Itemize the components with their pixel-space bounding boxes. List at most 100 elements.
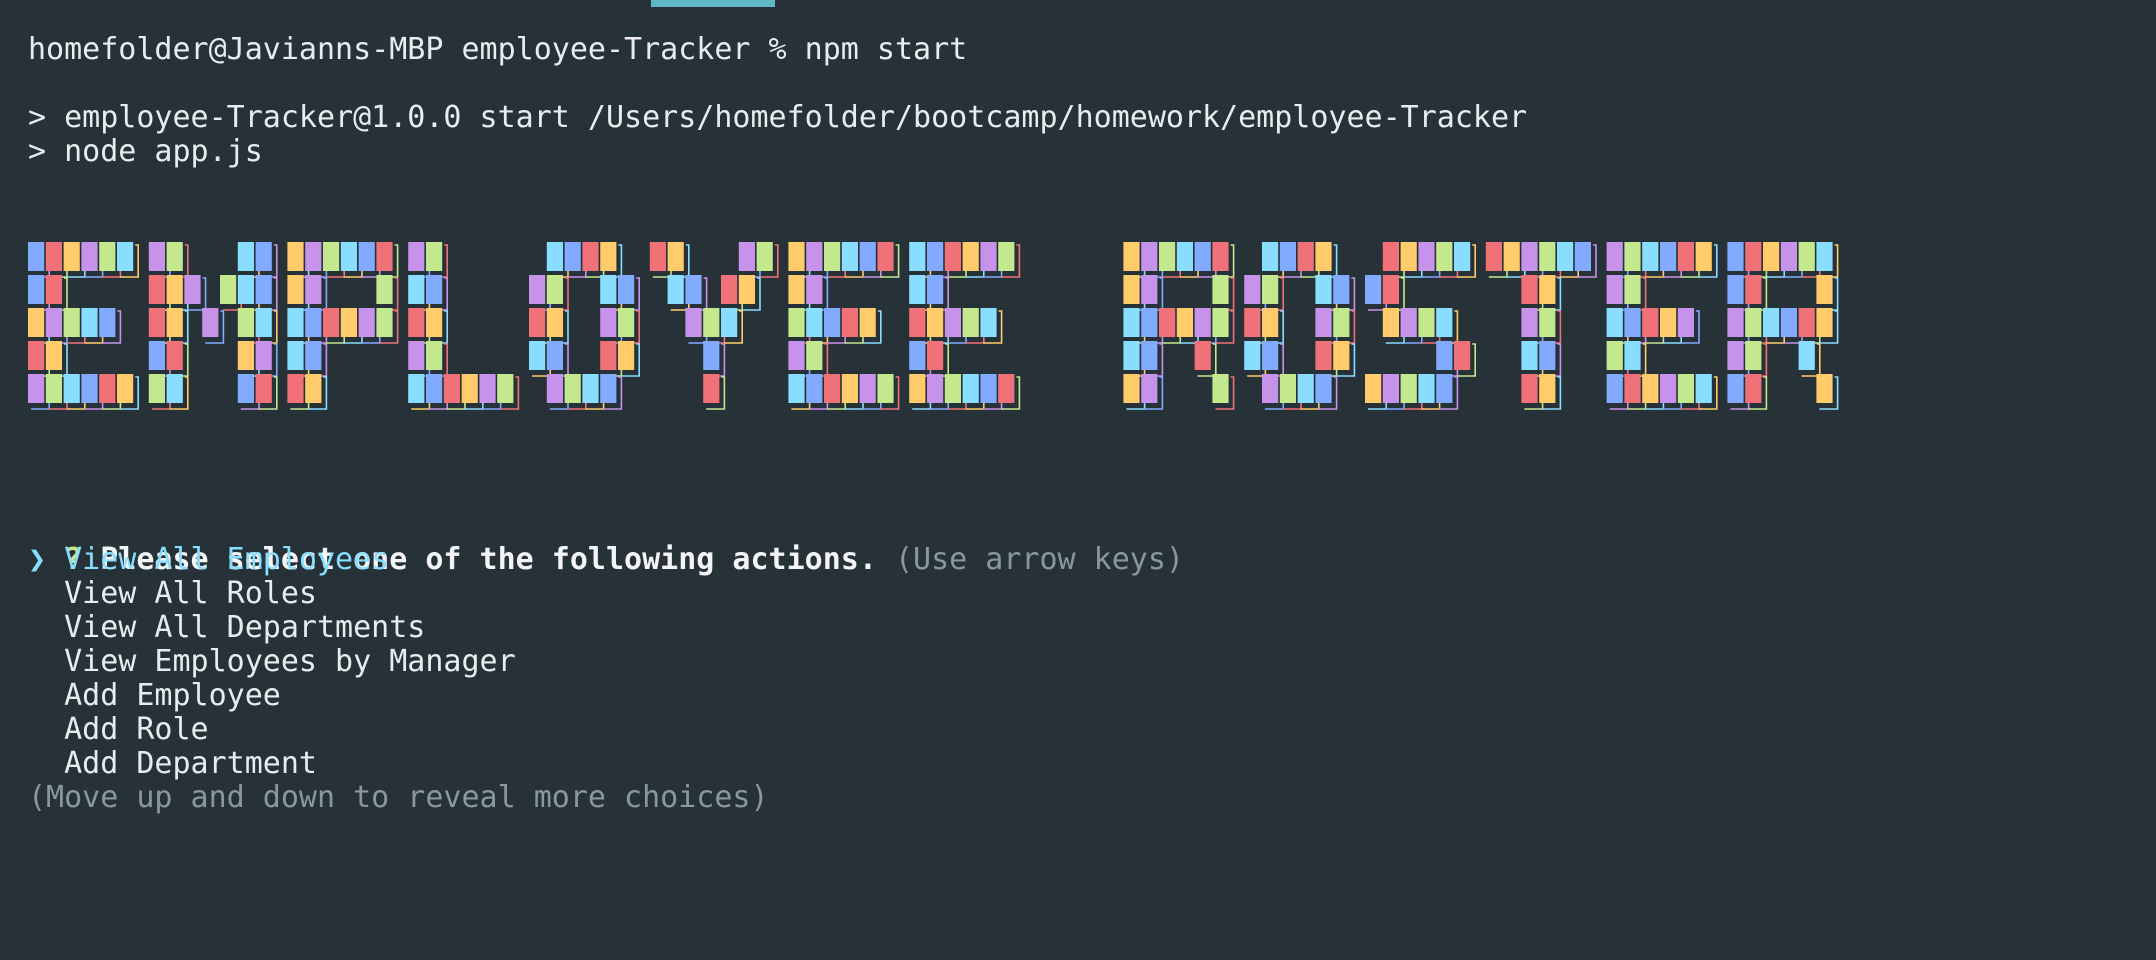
banner-block xyxy=(529,308,546,337)
banner-block xyxy=(1763,242,1780,271)
banner-block xyxy=(1454,341,1471,370)
banner-block xyxy=(927,275,944,304)
banner-block xyxy=(962,374,979,403)
banner-block xyxy=(1816,242,1833,271)
banner-block xyxy=(859,308,876,337)
menu-choice-add-role[interactable]: Add Role xyxy=(28,713,209,747)
banner-block xyxy=(1485,242,1502,271)
banner-letter xyxy=(649,242,779,410)
banner-block xyxy=(546,275,563,304)
banner-block xyxy=(63,308,80,337)
banner-block xyxy=(166,275,183,304)
choice-label: View All Employees xyxy=(64,542,390,577)
banner-block xyxy=(927,308,944,337)
banner-block xyxy=(99,374,116,403)
banner-block xyxy=(1123,341,1140,370)
banner-block xyxy=(426,341,443,370)
banner-block xyxy=(649,242,666,271)
banner-block xyxy=(1780,242,1797,271)
banner-block xyxy=(305,308,322,337)
banner-block xyxy=(45,275,62,304)
banner-block xyxy=(220,275,237,304)
banner-block xyxy=(582,374,599,403)
banner-block xyxy=(1297,374,1314,403)
banner-block xyxy=(909,308,926,337)
banner-block xyxy=(1123,242,1140,271)
banner-block xyxy=(1780,308,1797,337)
banner-block xyxy=(980,308,997,337)
banner-block xyxy=(1123,275,1140,304)
banner-block xyxy=(184,275,201,304)
banner-block xyxy=(788,341,805,370)
banner-block xyxy=(166,374,183,403)
banner-block xyxy=(305,374,322,403)
menu-choice-view-all-roles[interactable]: View All Roles xyxy=(28,577,317,611)
banner-block xyxy=(426,275,443,304)
banner-block xyxy=(909,374,926,403)
banner-block xyxy=(806,242,823,271)
banner-block xyxy=(1418,308,1435,337)
banner-block xyxy=(426,308,443,337)
banner-block xyxy=(426,374,443,403)
banner-block xyxy=(806,275,823,304)
banner-block xyxy=(600,308,617,337)
banner-block xyxy=(564,242,581,271)
banner-block xyxy=(1244,341,1261,370)
menu-choice-view-all-departments[interactable]: View All Departments xyxy=(28,611,425,645)
banner-block xyxy=(1315,308,1332,337)
banner-block xyxy=(166,308,183,337)
banner-block xyxy=(408,341,425,370)
banner-block xyxy=(1123,374,1140,403)
banner-block xyxy=(1816,275,1833,304)
banner-block xyxy=(618,308,635,337)
banner-block xyxy=(117,374,134,403)
banner-block xyxy=(443,374,460,403)
banner-block xyxy=(1262,242,1279,271)
banner-block xyxy=(1436,341,1453,370)
choice-label: Add Employee xyxy=(64,678,281,713)
selection-pointer-icon: ❯ xyxy=(28,542,47,577)
banner-block xyxy=(564,374,581,403)
banner-block xyxy=(1262,308,1279,337)
banner-block xyxy=(81,374,98,403)
banner-letter xyxy=(1365,242,1476,410)
banner-block xyxy=(1418,374,1435,403)
banner-block xyxy=(1262,275,1279,304)
banner-block xyxy=(305,341,322,370)
banner-block xyxy=(546,242,563,271)
banner-block xyxy=(63,374,80,403)
banner-block xyxy=(667,242,684,271)
banner-block xyxy=(1606,242,1623,271)
banner-block xyxy=(1763,308,1780,337)
banner-block xyxy=(287,341,304,370)
banner-block xyxy=(909,242,926,271)
employee-roster-banner xyxy=(28,242,1839,410)
banner-block xyxy=(376,308,393,337)
menu-choice-add-employee[interactable]: Add Employee xyxy=(28,679,281,713)
banner-block xyxy=(546,374,563,403)
banner-block xyxy=(944,242,961,271)
banner-block xyxy=(909,275,926,304)
menu-choice-view-employees-by-manager[interactable]: View Employees by Manager xyxy=(28,645,516,679)
banner-block xyxy=(1159,242,1176,271)
banner-block xyxy=(738,242,755,271)
banner-block xyxy=(237,275,254,304)
banner-block xyxy=(824,374,841,403)
banner-block xyxy=(166,341,183,370)
banner-block xyxy=(1727,275,1744,304)
banner-block xyxy=(1521,242,1538,271)
menu-choice-view-all-employees[interactable]: ❯ View All Employees xyxy=(28,543,389,577)
choice-label: Add Department xyxy=(64,746,317,781)
banner-block xyxy=(1212,242,1229,271)
banner-block xyxy=(148,308,165,337)
banner-block xyxy=(287,242,304,271)
banner-block xyxy=(859,242,876,271)
banner-block xyxy=(1297,242,1314,271)
banner-block xyxy=(756,242,773,271)
banner-block xyxy=(1539,341,1556,370)
banner-block xyxy=(358,242,375,271)
menu-choice-add-department[interactable]: Add Department xyxy=(28,747,317,781)
banner-block xyxy=(1400,242,1417,271)
banner-block xyxy=(582,242,599,271)
banner-block xyxy=(1382,275,1399,304)
